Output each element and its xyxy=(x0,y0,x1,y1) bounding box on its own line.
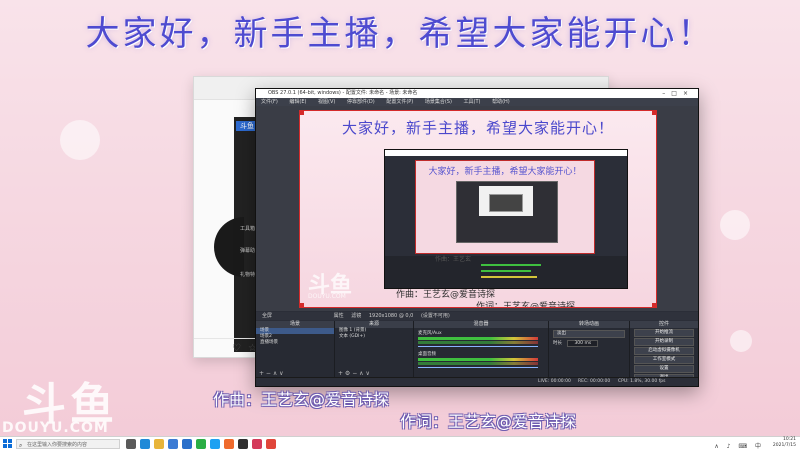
menu-file[interactable]: 文件(F) xyxy=(261,99,278,105)
transitions-dock: 转场动画 淡出 时长 300 ms xyxy=(549,321,630,377)
credit-lyricist: 作词：王艺玄@爱音诗探 xyxy=(400,412,577,431)
dock-title: 来源 xyxy=(335,321,413,328)
window-title: OBS 27.0.1 (64-bit, windows) - 配置文件: 未命名… xyxy=(268,90,418,96)
filters-tab[interactable]: 滤镜 xyxy=(351,313,361,319)
canvas-credit-lyric: 作词：王艺玄@爱音诗探 xyxy=(476,302,576,308)
canvas-watermark-url: DOUYU.COM xyxy=(308,293,346,300)
controls-dock: 控件 开始推流 开始录制 启动虚拟摄像机 工作室模式 设置 退出 xyxy=(630,321,698,382)
taskbar: ⌕ 在这里输入你要搜索的内容 ∧ ♪ ⌨ 中 10:21 2021/7/15 xyxy=(0,436,800,451)
nested-credit: 作曲：王艺玄 xyxy=(435,256,472,263)
settings-button[interactable]: 设置 xyxy=(634,365,694,373)
source-toolbar: 全屏 属性 滤镜 1920x1080 @ 0,0 (设置不可用) xyxy=(256,312,698,320)
dock-title: 控件 xyxy=(630,321,698,328)
file-explorer-icon[interactable] xyxy=(154,439,164,449)
system-tray-icons[interactable]: ∧ ♪ ⌨ 中 xyxy=(714,441,764,450)
search-placeholder: 在这里输入你要搜索的内容 xyxy=(27,442,88,448)
taskbar-search-box[interactable]: ⌕ 在这里输入你要搜索的内容 xyxy=(16,439,120,449)
menu-profile[interactable]: 配置文件(P) xyxy=(386,99,413,105)
duration-label: 时长 xyxy=(553,341,562,346)
credit-composer: 作曲：王艺玄@爱音诗探 xyxy=(213,390,390,409)
douyu-icon[interactable] xyxy=(224,439,234,449)
menu-view[interactable]: 视图(V) xyxy=(318,99,335,105)
sources-dock: 来源 图像 1 (背景) 文本 (GDI+) + ⚙ − ∧ ∨ xyxy=(335,321,414,377)
obs-icon[interactable] xyxy=(238,439,248,449)
audio-mixer-dock: 混音器 麦克风/Aux 桌面音频 xyxy=(414,321,549,377)
canvas-banner-text: 大家好，新手主播，希望大家能开心！ xyxy=(341,119,614,137)
virtual-camera-button[interactable]: 启动虚拟摄像机 xyxy=(634,347,694,355)
scene-item[interactable]: 直播场景 xyxy=(256,340,334,346)
sparkle-decoration xyxy=(720,210,750,240)
menu-tools[interactable]: 工具(T) xyxy=(464,99,481,105)
store-icon[interactable] xyxy=(168,439,178,449)
heart-icon[interactable]: ♡ xyxy=(232,343,241,354)
mixer-channel-label: 麦克风/Aux xyxy=(418,331,442,336)
menu-bar: 文件(F) 编辑(E) 视图(V) 停靠部件(D) 配置文件(P) 场景集合(S… xyxy=(256,98,698,106)
studio-mode-button[interactable]: 工作室模式 xyxy=(634,356,694,364)
duration-input[interactable]: 300 ms xyxy=(567,340,599,347)
menu-help[interactable]: 帮助(H) xyxy=(492,99,510,105)
obs-status-bar: LIVE: 00:00:00 REC: 00:00:00 CPU: 1.8%, … xyxy=(256,377,698,386)
mail-icon[interactable] xyxy=(182,439,192,449)
dock-title: 转场动画 xyxy=(549,321,629,328)
volume-meter xyxy=(418,341,538,344)
cpu-usage: CPU: 1.8%, 30.00 fps xyxy=(618,379,666,384)
qq-icon[interactable] xyxy=(210,439,220,449)
start-recording-button[interactable]: 开始录制 xyxy=(634,338,694,346)
volume-slider[interactable] xyxy=(418,346,538,347)
obs-titlebar[interactable]: OBS 27.0.1 (64-bit, windows) - 配置文件: 未命名… xyxy=(256,89,698,98)
transition-select[interactable]: 淡出 xyxy=(553,330,625,338)
nested-obs-preview: 大家好，新手主播，希望大家能开心！ 作曲：王艺玄 xyxy=(384,149,628,289)
source-toolbar-buttons[interactable]: + ⚙ − ∧ ∨ xyxy=(335,370,416,377)
nested-docks xyxy=(385,256,627,288)
obs-window[interactable]: OBS 27.0.1 (64-bit, windows) - 配置文件: 未命名… xyxy=(255,88,699,387)
sparkle-decoration xyxy=(60,120,100,160)
music-icon[interactable] xyxy=(252,439,262,449)
edge-icon[interactable] xyxy=(140,439,150,449)
clock[interactable]: 10:21 2021/7/15 xyxy=(773,437,796,451)
resize-handle[interactable] xyxy=(652,111,656,115)
resize-handle[interactable] xyxy=(300,111,304,115)
scene-toolbar[interactable]: + − ∧ ∨ xyxy=(256,370,337,377)
source-item[interactable]: 文本 (GDI+) xyxy=(335,334,413,340)
douyu-watermark-url: DOUYU.COM xyxy=(2,420,109,436)
task-view-icon[interactable] xyxy=(126,439,136,449)
nested-inner-preview xyxy=(456,181,558,243)
preview-area[interactable]: 大家好，新手主播，希望大家能开心！ 大家好，新手主播，希望大家能开心！ 作曲：王… xyxy=(256,106,698,311)
menu-edit[interactable]: 编辑(E) xyxy=(289,99,306,105)
rec-timer: REC: 00:00:00 xyxy=(578,379,611,384)
resize-handle[interactable] xyxy=(300,303,304,307)
clock-date: 2021/7/15 xyxy=(772,443,796,448)
volume-meter xyxy=(418,358,538,361)
windows-start-icon[interactable] xyxy=(3,439,13,449)
volume-meter xyxy=(418,362,538,365)
nested-canvas: 大家好，新手主播，希望大家能开心！ xyxy=(415,160,595,254)
nested-banner-text: 大家好，新手主播，希望大家能开心！ xyxy=(428,167,582,177)
page-banner: 大家好，新手主播，希望大家能开心！ xyxy=(85,14,715,54)
volume-meter xyxy=(418,337,538,340)
chrome-icon[interactable] xyxy=(266,439,276,449)
window-controls[interactable]: –□× xyxy=(662,89,694,98)
dock-title: 混音器 xyxy=(414,321,548,328)
selected-source-label: 全屏 xyxy=(262,313,273,319)
properties-tab[interactable]: 属性 xyxy=(334,313,344,319)
mixer-channel-label: 桌面音频 xyxy=(418,352,436,357)
source-setting-value: (设置不可用) xyxy=(420,313,450,319)
sparkle-decoration xyxy=(730,330,752,352)
source-resolution: 1920x1080 @ 0,0 xyxy=(368,313,414,319)
wechat-icon[interactable] xyxy=(196,439,206,449)
resize-handle[interactable] xyxy=(652,303,656,307)
live-timer: LIVE: 00:00:00 xyxy=(538,379,571,384)
start-streaming-button[interactable]: 开始推流 xyxy=(634,329,694,337)
dock-title: 场景 xyxy=(256,321,334,328)
scenes-dock: 场景 场景 场景2 直播场景 + − ∧ ∨ xyxy=(256,321,335,377)
preview-canvas[interactable]: 大家好，新手主播，希望大家能开心！ 大家好，新手主播，希望大家能开心！ 作曲：王… xyxy=(299,110,657,308)
menu-docks[interactable]: 停靠部件(D) xyxy=(347,99,375,105)
menu-scene-collection[interactable]: 场景集合(S) xyxy=(425,99,452,105)
volume-slider[interactable] xyxy=(418,367,538,368)
sidebar-label[interactable]: 工具箱 xyxy=(240,225,255,232)
